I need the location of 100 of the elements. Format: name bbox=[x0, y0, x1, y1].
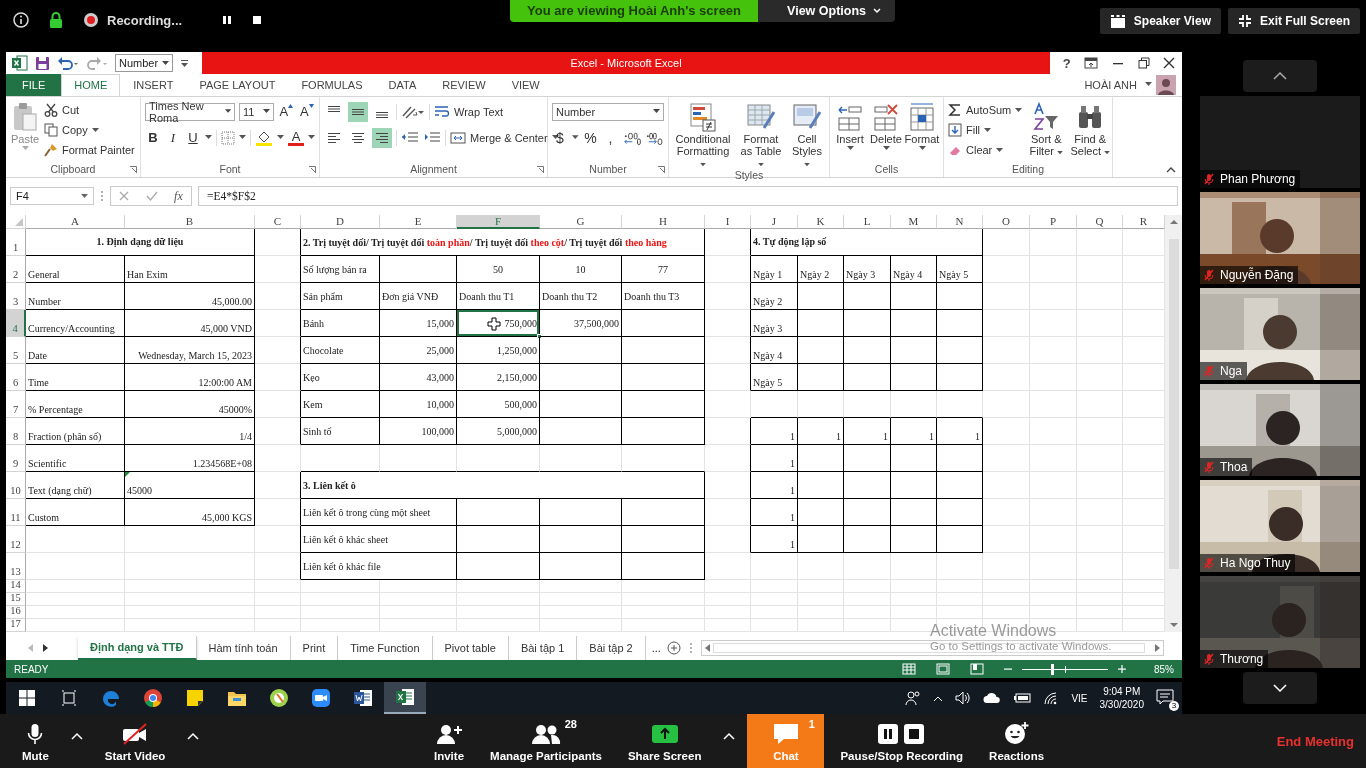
table-cell[interactable] bbox=[937, 445, 983, 473]
table-cell[interactable]: General bbox=[26, 256, 125, 284]
caret-icon[interactable] bbox=[308, 135, 315, 141]
table-cell[interactable]: 100,000 bbox=[380, 418, 457, 446]
row-header[interactable]: 11 bbox=[6, 499, 26, 527]
column-header[interactable]: Q bbox=[1077, 215, 1123, 230]
exit-full-screen-button[interactable]: Exit Full Screen bbox=[1227, 8, 1360, 34]
table-cell[interactable]: 1 bbox=[751, 526, 798, 554]
row-header[interactable]: 2 bbox=[6, 256, 26, 284]
table-cell[interactable]: 45,000 KGS bbox=[125, 499, 255, 527]
column-header[interactable]: A bbox=[26, 215, 125, 230]
table-cell[interactable] bbox=[937, 337, 983, 365]
table-cell[interactable] bbox=[705, 310, 751, 338]
input-language[interactable]: VIE bbox=[1071, 692, 1088, 704]
table-cell[interactable] bbox=[622, 391, 705, 419]
table-cell[interactable]: 1 bbox=[751, 418, 798, 446]
ribbon-display-icon[interactable] bbox=[1084, 57, 1099, 69]
cut-button[interactable]: Cut bbox=[44, 101, 135, 119]
percent-button[interactable]: % bbox=[582, 129, 599, 146]
view-options-button[interactable]: View Options bbox=[758, 0, 895, 22]
table-cell[interactable]: 4. Tự động lập số bbox=[751, 229, 983, 257]
table-cell[interactable]: 77 bbox=[622, 256, 705, 284]
format-painter-button[interactable]: Format Painter bbox=[44, 141, 135, 159]
table-cell[interactable] bbox=[255, 553, 301, 581]
table-cell[interactable] bbox=[798, 526, 844, 554]
table-cell[interactable]: 45000 bbox=[125, 472, 255, 500]
table-cell[interactable]: Ngày 5 bbox=[751, 364, 798, 392]
dialog-launcher-icon[interactable] bbox=[537, 165, 544, 173]
table-cell[interactable] bbox=[937, 283, 983, 311]
table-cell[interactable] bbox=[540, 418, 622, 446]
formula-field[interactable]: =E4*$F$2 bbox=[198, 186, 1178, 207]
fill-handle[interactable] bbox=[537, 334, 542, 340]
end-meeting-button[interactable]: End Meeting bbox=[1272, 714, 1358, 768]
table-cell[interactable] bbox=[540, 526, 622, 554]
table-cell[interactable]: 25,000 bbox=[380, 337, 457, 365]
table-cell[interactable]: 2,150,000 bbox=[457, 364, 540, 392]
table-cell[interactable] bbox=[844, 472, 891, 500]
dialog-launcher-icon[interactable] bbox=[658, 165, 665, 173]
participants-button[interactable]: 28 Manage Participants bbox=[480, 714, 612, 768]
table-cell[interactable] bbox=[255, 256, 301, 284]
table-cell[interactable] bbox=[705, 445, 751, 473]
column-header[interactable]: D bbox=[301, 215, 380, 230]
table-cell[interactable]: Han Exim bbox=[125, 256, 255, 284]
table-cell[interactable]: Ngày 1 bbox=[751, 256, 798, 284]
table-cell[interactable]: Liên kết ô trong cùng một sheet bbox=[301, 499, 457, 527]
table-cell[interactable]: 1/4 bbox=[125, 418, 255, 446]
horizontal-scrollbar[interactable] bbox=[700, 640, 1164, 657]
table-cell[interactable]: Kem bbox=[301, 391, 380, 419]
table-cell[interactable] bbox=[891, 499, 937, 527]
table-cell[interactable] bbox=[891, 445, 937, 473]
underline-button[interactable]: U bbox=[185, 129, 201, 146]
column-header[interactable]: L bbox=[844, 215, 891, 230]
battery-icon[interactable] bbox=[1013, 692, 1032, 704]
recording-control-button[interactable]: Pause/Stop Recording bbox=[830, 714, 974, 768]
table-cell[interactable] bbox=[622, 526, 705, 554]
pause-icon[interactable] bbox=[222, 15, 233, 25]
table-cell[interactable]: Time bbox=[26, 364, 125, 392]
table-cell[interactable] bbox=[705, 283, 751, 311]
increase-font-button[interactable]: A bbox=[278, 103, 295, 120]
sort-filter-button[interactable]: Sort & Filter bbox=[1026, 99, 1067, 163]
table-cell[interactable]: 43,000 bbox=[380, 364, 457, 392]
table-cell[interactable]: Date bbox=[26, 337, 125, 365]
table-cell[interactable]: Wednesday, March 15, 2023 bbox=[125, 337, 255, 365]
table-cell[interactable]: Doanh thu T3 bbox=[622, 283, 705, 311]
table-cell[interactable] bbox=[798, 337, 844, 365]
table-cell[interactable] bbox=[540, 337, 622, 365]
table-cell[interactable]: 1 bbox=[751, 499, 798, 527]
caret-icon[interactable] bbox=[277, 135, 284, 141]
table-cell[interactable] bbox=[891, 364, 937, 392]
number-format-dropdown[interactable]: Number bbox=[115, 54, 174, 72]
column-header[interactable]: H bbox=[622, 215, 705, 230]
caret-icon[interactable] bbox=[1145, 82, 1152, 88]
next-sheet-icon[interactable] bbox=[42, 644, 48, 653]
table-cell[interactable] bbox=[798, 445, 844, 473]
decrease-indent-icon[interactable] bbox=[401, 130, 419, 145]
stop-icon[interactable] bbox=[252, 15, 263, 25]
row-header[interactable]: 13 bbox=[6, 553, 26, 581]
table-cell[interactable]: Ngày 5 bbox=[937, 256, 983, 284]
table-cell[interactable] bbox=[891, 310, 937, 338]
table-cell[interactable] bbox=[937, 364, 983, 392]
table-cell[interactable] bbox=[457, 526, 540, 554]
align-right-icon[interactable] bbox=[372, 127, 392, 148]
user-name[interactable]: HOÀI ANH bbox=[1084, 78, 1137, 91]
table-cell[interactable]: Ngày 4 bbox=[891, 256, 937, 284]
table-cell[interactable] bbox=[255, 526, 301, 554]
table-cell[interactable]: 45,000 VND bbox=[125, 310, 255, 338]
row-header[interactable]: 6 bbox=[6, 364, 26, 392]
undo-icon[interactable] bbox=[57, 56, 79, 70]
caret-icon[interactable] bbox=[723, 732, 736, 740]
table-cell[interactable] bbox=[844, 526, 891, 554]
increase-indent-icon[interactable] bbox=[423, 130, 441, 145]
page-layout-icon[interactable] bbox=[936, 663, 950, 676]
table-cell[interactable] bbox=[705, 526, 751, 554]
table-cell[interactable]: Scientific bbox=[26, 445, 125, 473]
ribbon-tab[interactable]: PAGE LAYOUT bbox=[186, 74, 289, 96]
table-cell[interactable]: Sinh tố bbox=[301, 418, 380, 446]
row-header[interactable]: 15 bbox=[6, 593, 26, 607]
row-header[interactable]: 8 bbox=[6, 418, 26, 446]
table-cell[interactable]: Liên kết ô khác file bbox=[301, 553, 457, 581]
table-cell[interactable]: Ngày 4 bbox=[751, 337, 798, 365]
